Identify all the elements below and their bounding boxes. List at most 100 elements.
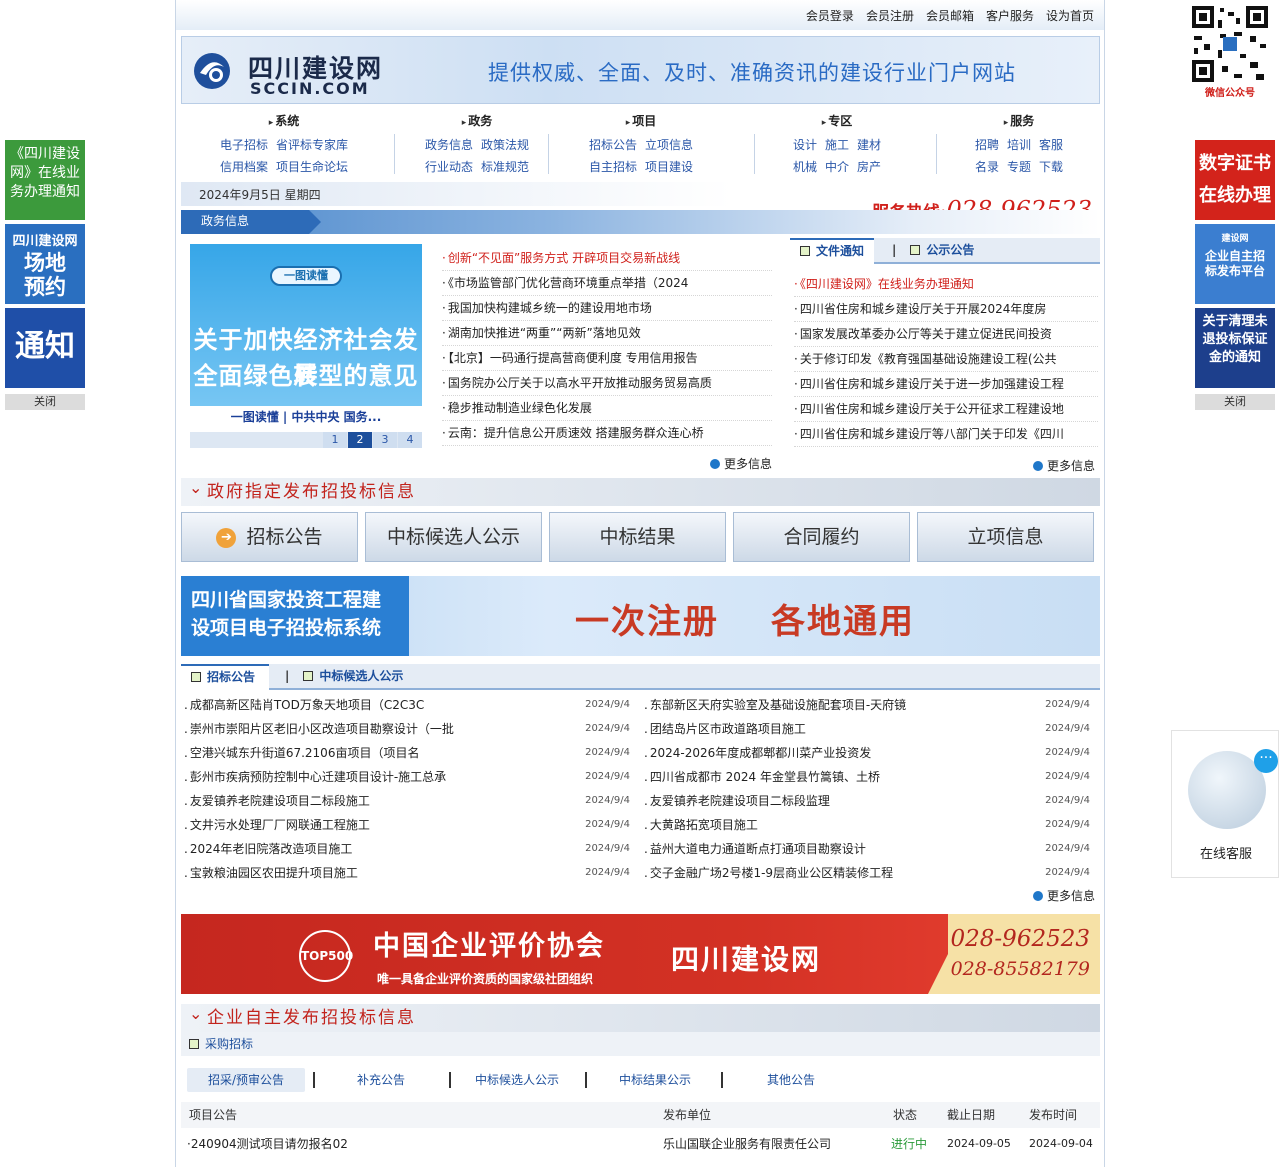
nav-link[interactable]: 省评标专家库	[276, 138, 348, 152]
bid-title[interactable]: 友爱镇养老院建设项目二标段监理	[644, 790, 1024, 812]
bid-title[interactable]: 文井污水处理厂厂网联通工程施工	[184, 814, 564, 836]
left-float-online-notice[interactable]: 《四川建设网》在线业务办理通知	[5, 140, 85, 220]
bid-title[interactable]: 宝敦粮油园区农田提升项目施工	[184, 862, 564, 884]
nav-link[interactable]: 电子招标	[220, 138, 268, 152]
gov-more-link[interactable]: 更多信息	[710, 455, 772, 472]
file-more-link[interactable]: 更多信息	[1033, 457, 1095, 474]
tab-winning-candidate[interactable]: | 中标候选人公示	[279, 664, 409, 690]
list-item[interactable]: 大黄路拓宽项目施工 2024/9/4	[644, 814, 1090, 838]
nav-link[interactable]: 招标公告	[589, 138, 637, 152]
list-item[interactable]: 湖南加快推进“两重”“两新”落地见效	[442, 321, 772, 346]
nav-group-title[interactable]: 系统	[204, 112, 364, 134]
list-item[interactable]: 友爱镇养老院建设项目二标段监理 2024/9/4	[644, 790, 1090, 814]
bid-title[interactable]: 大黄路拓宽项目施工	[644, 814, 1024, 836]
bid-title[interactable]: 彭州市疾病预防控制中心迁建项目设计-施工总承	[184, 766, 564, 788]
nav-link[interactable]: 建材	[857, 138, 881, 152]
right-float-bid-platform[interactable]: 建设网 企业自主招标发布平台	[1195, 224, 1275, 304]
nav-link[interactable]: 客服	[1039, 138, 1063, 152]
register-link[interactable]: 会员注册	[866, 7, 914, 24]
list-item[interactable]: 空港兴城东升街道67.2106亩项目（项目名 2024/9/4	[184, 742, 630, 766]
slide-page-2[interactable]: 2	[348, 432, 372, 448]
list-item[interactable]: 友爱镇养老院建设项目二标段施工 2024/9/4	[184, 790, 630, 814]
list-item[interactable]: 文井污水处理厂厂网联通工程施工 2024/9/4	[184, 814, 630, 838]
e-bidding-system-banner[interactable]: 四川省国家投资工程建 设项目电子招投标系统 一次注册 各地通用	[181, 576, 1100, 656]
bid-title[interactable]: 2024-2026年度成都郫都川菜产业投资发	[644, 742, 1024, 764]
slide-page-1[interactable]: 1	[323, 432, 347, 448]
gov-info-tab[interactable]: 政务信息	[181, 210, 321, 234]
contract-performance-button[interactable]: 合同履约	[733, 512, 910, 562]
list-item[interactable]: 彭州市疾病预防控制中心迁建项目设计-施工总承 2024/9/4	[184, 766, 630, 790]
list-item[interactable]: 东部新区天府实验室及基础设施配套项目-天府镜 2024/9/4	[644, 694, 1090, 718]
nav-link[interactable]: 项目建设	[645, 160, 693, 174]
bid-title[interactable]: 友爱镇养老院建设项目二标段施工	[184, 790, 564, 812]
list-item[interactable]: 2024年老旧院落改造项目施工 2024/9/4	[184, 838, 630, 862]
bid-title[interactable]: 东部新区天府实验室及基础设施配套项目-天府镜	[644, 694, 1024, 716]
nav-link[interactable]: 房产	[857, 160, 881, 174]
set-homepage-link[interactable]: 设为首页	[1046, 7, 1094, 24]
nav-link[interactable]: 行业动态	[425, 160, 473, 174]
subtab-other[interactable]: 其他公告	[751, 1068, 831, 1092]
bid-title[interactable]: 四川省成都市 2024 年金堂县竹篙镇、土桥	[644, 766, 1024, 788]
list-item[interactable]: 宝敦粮油园区农田提升项目施工 2024/9/4	[184, 862, 630, 886]
subtab-pre-qualification[interactable]: 招采/预审公告	[187, 1068, 305, 1092]
list-item[interactable]: 四川省住房和城乡建设厅关于进一步加强建设工程	[794, 372, 1098, 397]
bid-title[interactable]: 崇州市崇阳片区老旧小区改造项目勘察设计（一批	[184, 718, 564, 740]
nav-link[interactable]: 施工	[825, 138, 849, 152]
nav-link[interactable]: 信用档案	[220, 160, 268, 174]
list-item[interactable]: 稳步推动制造业绿色化发展	[442, 396, 772, 421]
tender-announcement-button[interactable]: ➔ 招标公告	[181, 512, 358, 562]
nav-group-title[interactable]: 项目	[566, 112, 716, 134]
list-item[interactable]: 《四川建设网》在线业务办理通知	[794, 272, 1098, 297]
login-link[interactable]: 会员登录	[806, 7, 854, 24]
list-item[interactable]: 四川省住房和城乡建设厅关于开展2024年度房	[794, 297, 1098, 322]
enterprise-evaluation-banner[interactable]: TOP500 中国企业评价协会 唯一具备企业评价资质的国家级社团组织 四川建设网…	[181, 914, 1100, 994]
subtab-candidate[interactable]: 中标候选人公示	[467, 1068, 567, 1092]
tab-public-notice[interactable]: | 公示公告	[886, 238, 980, 264]
list-item[interactable]: 我国加快构建城乡统一的建设用地市场	[442, 296, 772, 321]
feature-slide[interactable]: 一图读懂 关于加快经济社会发展 全面绿色转型的意见	[190, 244, 422, 406]
nav-link[interactable]: 名录	[975, 160, 999, 174]
nav-group-title[interactable]: 政务	[412, 112, 542, 134]
right-float-digital-cert[interactable]: 数字证书在线办理	[1195, 140, 1275, 220]
left-float-close-button[interactable]: 关闭	[5, 394, 85, 410]
nav-link[interactable]: 培训	[1007, 138, 1031, 152]
nav-link[interactable]: 政务信息	[425, 138, 473, 152]
table-row[interactable]: ·240904测试项目请勿报名02 乐山国联企业服务有限责任公司 进行中 202…	[181, 1132, 1100, 1156]
winning-candidate-button[interactable]: 中标候选人公示	[365, 512, 542, 562]
bid-title[interactable]: 益州大道电力通道断点打通项目勘察设计	[644, 838, 1024, 860]
project-approval-button[interactable]: 立项信息	[917, 512, 1094, 562]
row-project[interactable]: ·240904测试项目请勿报名02	[187, 1132, 348, 1156]
tab-bid-announcement[interactable]: 招标公告	[181, 664, 269, 690]
bid-title[interactable]: 2024年老旧院落改造项目施工	[184, 838, 564, 860]
nav-group-title[interactable]: 服务	[954, 112, 1084, 134]
tab-file-notice[interactable]: 文件通知	[790, 238, 875, 264]
nav-link[interactable]: 标准规范	[481, 160, 529, 174]
list-item[interactable]: 四川省住房和城乡建设厅关于公开征求工程建设地	[794, 397, 1098, 422]
list-item[interactable]: 崇州市崇阳片区老旧小区改造项目勘察设计（一批 2024/9/4	[184, 718, 630, 742]
slide-page-3[interactable]: 3	[373, 432, 397, 448]
list-item[interactable]: 云南：提升信息公开质速效 搭建服务群众连心桥	[442, 421, 772, 446]
nav-link[interactable]: 政策法规	[481, 138, 529, 152]
list-item[interactable]: 交子金融广场2号楼1-9层商业公区精装修工程 2024/9/4	[644, 862, 1090, 886]
right-float-close-button[interactable]: 关闭	[1195, 394, 1275, 410]
nav-link[interactable]: 立项信息	[645, 138, 693, 152]
nav-link[interactable]: 自主招标	[589, 160, 637, 174]
bid-title[interactable]: 空港兴城东升街道67.2106亩项目（项目名	[184, 742, 564, 764]
online-customer-service[interactable]: ··· 在线客服	[1171, 730, 1279, 878]
list-item[interactable]: 国务院办公厅关于以高水平开放推动服务贸易高质	[442, 371, 772, 396]
list-item[interactable]: 关于修订印发《教育强国基础设施建设工程(公共	[794, 347, 1098, 372]
nav-link[interactable]: 下载	[1039, 160, 1063, 174]
list-item[interactable]: 国家发展改革委办公厅等关于建立促进民间投资	[794, 322, 1098, 347]
slide-page-4[interactable]: 4	[398, 432, 422, 448]
nav-link[interactable]: 设计	[793, 138, 817, 152]
bid-title[interactable]: 交子金融广场2号楼1-9层商业公区精装修工程	[644, 862, 1024, 884]
left-float-venue-booking[interactable]: 四川建设网 场地预约	[5, 224, 85, 304]
nav-link[interactable]: 机械	[793, 160, 817, 174]
bid-title[interactable]: 团结岛片区市政道路项目施工	[644, 718, 1024, 740]
member-mail-link[interactable]: 会员邮箱	[926, 7, 974, 24]
bid-title[interactable]: 成都高新区陆肖TOD万象天地项目（C2C3C	[184, 694, 564, 716]
nav-group-title[interactable]: 专区	[772, 112, 902, 134]
list-item[interactable]: 2024-2026年度成都郫都川菜产业投资发 2024/9/4	[644, 742, 1090, 766]
left-float-notice[interactable]: 通知	[5, 308, 85, 388]
list-item[interactable]: 四川省住房和城乡建设厅等八部门关于印发《四川	[794, 422, 1098, 447]
